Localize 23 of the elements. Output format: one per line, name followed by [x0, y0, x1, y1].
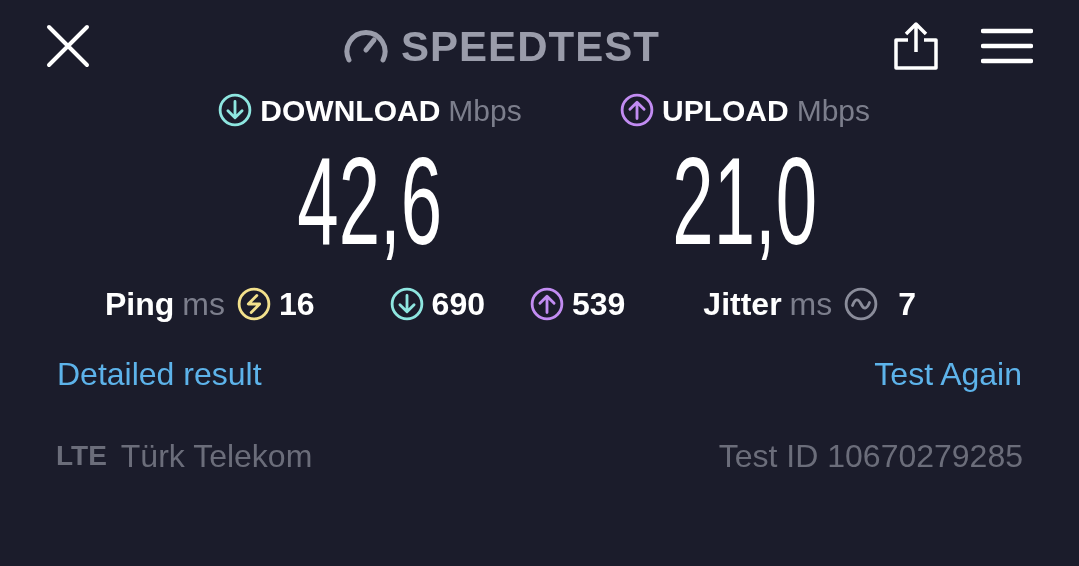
jitter-label: Jitter: [703, 285, 782, 324]
speed-value: 42,6: [297, 136, 443, 266]
share-icon[interactable]: [893, 22, 939, 70]
stat-value: 7: [898, 285, 917, 324]
unit-label: Mbps: [796, 92, 870, 129]
stat-value: 16: [279, 285, 315, 324]
stat-value: 539: [571, 285, 626, 324]
menu-icon[interactable]: [981, 28, 1033, 64]
provider-name: Türk Telekom: [120, 437, 313, 476]
speed-value: 21,0: [672, 136, 818, 266]
ping-label: Ping: [105, 285, 175, 324]
unit-label: Mbps: [448, 92, 522, 129]
close-icon[interactable]: [46, 24, 90, 68]
app-title: SPEEDTEST: [400, 21, 661, 72]
download-label: DOWNLOAD: [260, 92, 441, 129]
test-id: Test ID 10670279285: [718, 437, 1023, 476]
stat-value: 690: [431, 285, 485, 324]
unit-label: ms: [789, 285, 833, 324]
detailed-result-link[interactable]: Detailed result: [57, 350, 262, 398]
network-type: LTE: [56, 439, 107, 473]
unit-label: ms: [182, 285, 225, 324]
upload-label: UPLOAD: [662, 92, 789, 129]
test-again-link[interactable]: Test Again: [874, 350, 1022, 398]
